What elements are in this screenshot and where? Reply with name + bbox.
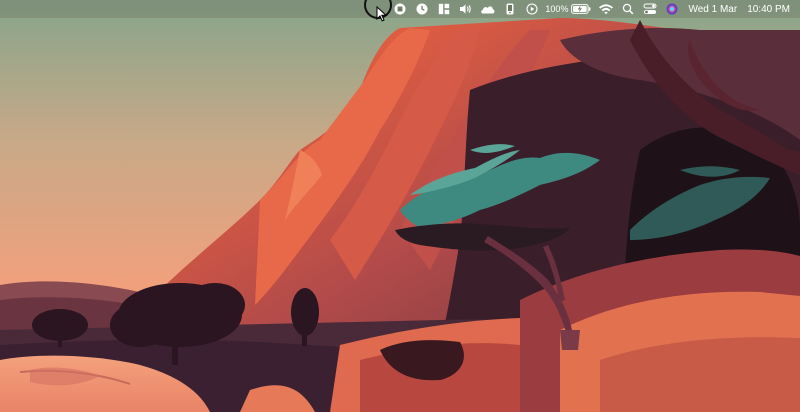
- menu-bar: 100% Wed 1 Mar 10:40 PM: [0, 0, 800, 18]
- search-icon[interactable]: [617, 0, 639, 18]
- menubar-date[interactable]: Wed 1 Mar: [683, 0, 742, 18]
- menubar-time[interactable]: 10:40 PM: [742, 0, 800, 18]
- battery-percent: 100%: [545, 4, 569, 14]
- battery-status[interactable]: 100%: [543, 0, 595, 18]
- wifi-icon[interactable]: [595, 0, 617, 18]
- cloud-weather-icon[interactable]: [477, 0, 499, 18]
- battery-icon: [571, 4, 591, 14]
- control-center-icon[interactable]: [639, 0, 661, 18]
- siri-icon[interactable]: [661, 0, 683, 18]
- wallpaper-landscape: [0, 0, 800, 412]
- clock-utility-icon[interactable]: [411, 0, 433, 18]
- window-layout-icon[interactable]: [433, 0, 455, 18]
- volume-icon[interactable]: [455, 0, 477, 18]
- phone-icon[interactable]: [499, 0, 521, 18]
- play-circle-icon[interactable]: [521, 0, 543, 18]
- stop-recording-icon[interactable]: [389, 0, 411, 18]
- desktop-wallpaper: [0, 0, 800, 412]
